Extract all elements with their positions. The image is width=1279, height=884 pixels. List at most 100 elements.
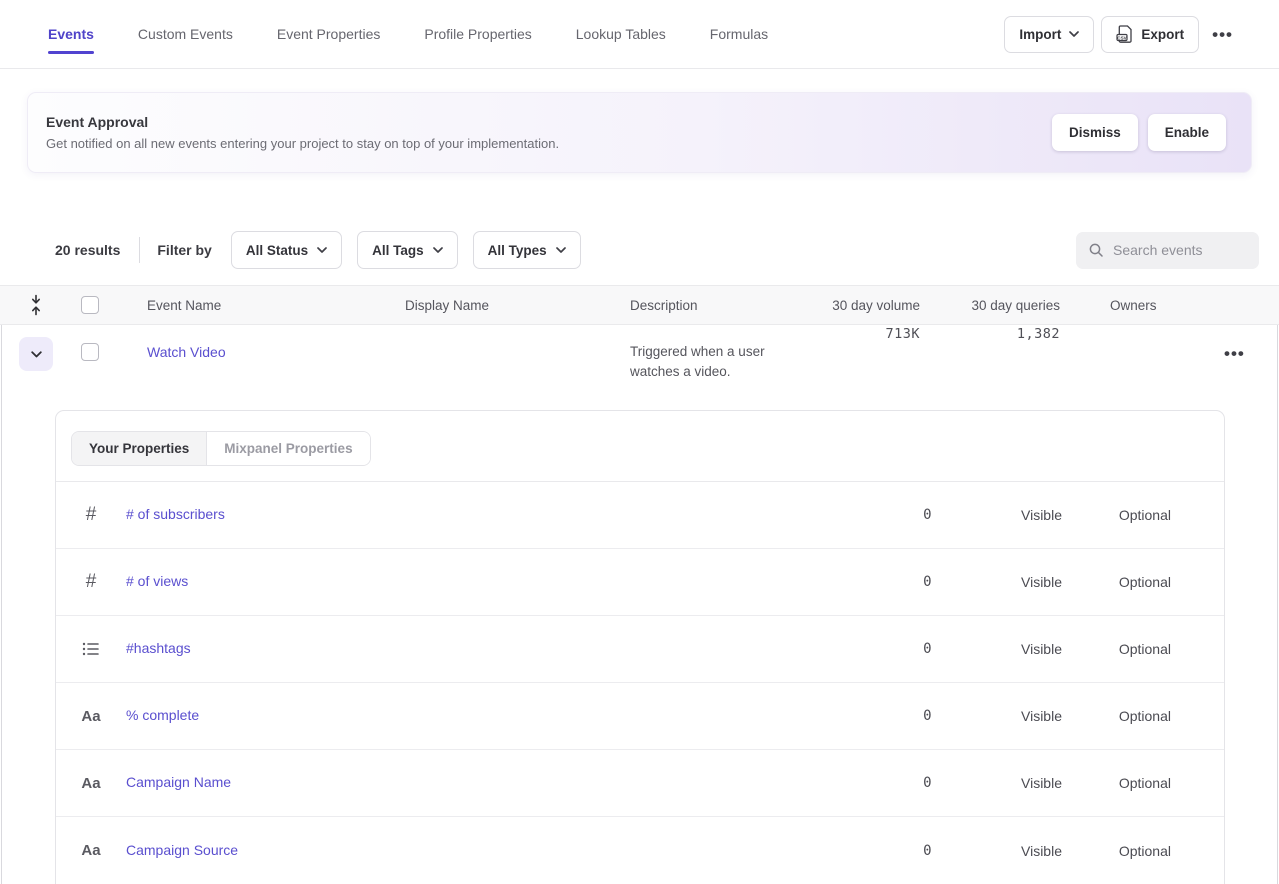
column-description: Description — [630, 298, 820, 313]
chevron-down-icon — [31, 351, 42, 358]
property-requirement: Optional — [1062, 574, 1171, 590]
status-filter-value: All Status — [246, 243, 308, 258]
collapse-row-button[interactable] — [19, 337, 53, 371]
svg-text:CSV: CSV — [1118, 35, 1128, 40]
property-requirement: Optional — [1062, 641, 1171, 657]
property-count: 0 — [862, 641, 932, 657]
description-cell: Triggered when a user watches a video. — [630, 342, 820, 382]
tab-label: Lookup Tables — [576, 26, 666, 42]
text-type-icon: Aa — [56, 775, 126, 792]
tab-custom-events[interactable]: Custom Events — [138, 0, 233, 68]
property-requirement: Optional — [1062, 775, 1171, 791]
event-row-watch-video: Watch Video Triggered when a user watche… — [0, 325, 1279, 395]
property-requirement: Optional — [1062, 507, 1171, 523]
number-type-icon: # — [56, 504, 126, 526]
nav-actions: Import CSV Export ••• — [1004, 0, 1279, 68]
dismiss-button[interactable]: Dismiss — [1052, 114, 1138, 151]
csv-file-icon: CSV — [1116, 25, 1133, 43]
search-box[interactable] — [1076, 232, 1259, 269]
banner-description: Get notified on all new events entering … — [46, 136, 559, 151]
properties-tab-group: Your Properties Mixpanel Properties — [71, 431, 371, 466]
property-visibility: Visible — [932, 641, 1062, 657]
property-visibility: Visible — [932, 708, 1062, 724]
collapse-all-cell — [0, 294, 72, 316]
tab-label: Custom Events — [138, 26, 233, 42]
properties-panel: Your Properties Mixpanel Properties # # … — [55, 410, 1225, 884]
text-type-icon: Aa — [56, 842, 126, 859]
property-link[interactable]: # of subscribers — [126, 506, 225, 522]
types-filter-dropdown[interactable]: All Types — [473, 231, 581, 269]
column-volume: 30 day volume — [820, 298, 920, 313]
tab-label: Profile Properties — [424, 26, 531, 42]
tags-filter-value: All Tags — [372, 243, 424, 258]
column-display-name: Display Name — [405, 298, 630, 313]
property-count: 0 — [862, 574, 932, 590]
top-nav: Events Custom Events Event Properties Pr… — [0, 0, 1279, 69]
tab-label: Events — [48, 26, 94, 42]
chevron-down-icon — [1069, 31, 1079, 37]
search-input[interactable] — [1113, 242, 1247, 258]
property-link[interactable]: #hashtags — [126, 640, 191, 656]
property-row: #hashtags 0 Visible Optional — [56, 616, 1224, 683]
column-owners: Owners — [1060, 298, 1210, 313]
tab-formulas[interactable]: Formulas — [710, 0, 768, 68]
chevron-down-icon — [556, 247, 566, 253]
tab-your-properties[interactable]: Your Properties — [72, 432, 206, 465]
number-type-icon: # — [56, 571, 126, 593]
property-link[interactable]: % complete — [126, 707, 199, 723]
divider — [139, 237, 140, 263]
select-all-checkbox[interactable] — [81, 296, 99, 314]
volume-value: 713K — [885, 326, 920, 342]
text-type-icon: Aa — [56, 708, 126, 725]
chevron-down-icon — [433, 247, 443, 253]
property-count: 0 — [862, 507, 932, 523]
tab-label: Formulas — [710, 26, 768, 42]
row-more-options-button[interactable]: ••• — [1218, 335, 1251, 372]
column-queries: 30 day queries — [920, 298, 1060, 313]
export-label: Export — [1141, 27, 1184, 42]
row-checkbox[interactable] — [81, 343, 99, 361]
chevron-down-icon — [317, 247, 327, 253]
property-link[interactable]: Campaign Name — [126, 774, 231, 790]
tab-event-properties[interactable]: Event Properties — [277, 0, 381, 68]
tab-label: Event Properties — [277, 26, 381, 42]
tab-lookup-tables[interactable]: Lookup Tables — [576, 0, 666, 68]
property-row: # # of views 0 Visible Optional — [56, 549, 1224, 616]
property-visibility: Visible — [932, 574, 1062, 590]
property-link[interactable]: # of views — [126, 573, 188, 589]
filter-by-label: Filter by — [157, 242, 211, 258]
event-name-link[interactable]: Watch Video — [147, 344, 226, 360]
property-visibility: Visible — [932, 507, 1062, 523]
ellipsis-icon: ••• — [1212, 26, 1233, 43]
banner-title: Event Approval — [46, 114, 559, 130]
import-label: Import — [1019, 27, 1061, 42]
tags-filter-dropdown[interactable]: All Tags — [357, 231, 458, 269]
search-icon — [1088, 242, 1104, 258]
more-options-button[interactable]: ••• — [1206, 16, 1239, 53]
property-count: 0 — [862, 775, 932, 791]
types-filter-value: All Types — [488, 243, 547, 258]
expanded-group-left-edge — [1, 325, 2, 884]
event-approval-banner: Event Approval Get notified on all new e… — [27, 92, 1252, 173]
column-event-name: Event Name — [108, 298, 405, 313]
tab-profile-properties[interactable]: Profile Properties — [424, 0, 531, 68]
collapse-rows-icon — [29, 294, 43, 316]
tab-events[interactable]: Events — [48, 0, 94, 68]
property-visibility: Visible — [932, 775, 1062, 791]
import-button[interactable]: Import — [1004, 16, 1094, 53]
tab-mixpanel-properties[interactable]: Mixpanel Properties — [206, 432, 369, 465]
results-count: 20 results — [55, 242, 120, 258]
property-visibility: Visible — [932, 843, 1062, 859]
property-count: 0 — [862, 708, 932, 724]
property-link[interactable]: Campaign Source — [126, 842, 238, 858]
enable-button[interactable]: Enable — [1148, 114, 1226, 151]
collapse-all-button[interactable] — [29, 294, 43, 316]
filter-toolbar: 20 results Filter by All Status All Tags… — [0, 230, 1279, 270]
status-filter-dropdown[interactable]: All Status — [231, 231, 342, 269]
export-button[interactable]: CSV Export — [1101, 16, 1199, 53]
ellipsis-icon: ••• — [1224, 345, 1245, 362]
property-requirement: Optional — [1062, 843, 1171, 859]
expanded-group-right-edge — [1277, 325, 1278, 884]
property-row: Aa % complete 0 Visible Optional — [56, 683, 1224, 750]
queries-value: 1,382 — [1017, 326, 1060, 342]
